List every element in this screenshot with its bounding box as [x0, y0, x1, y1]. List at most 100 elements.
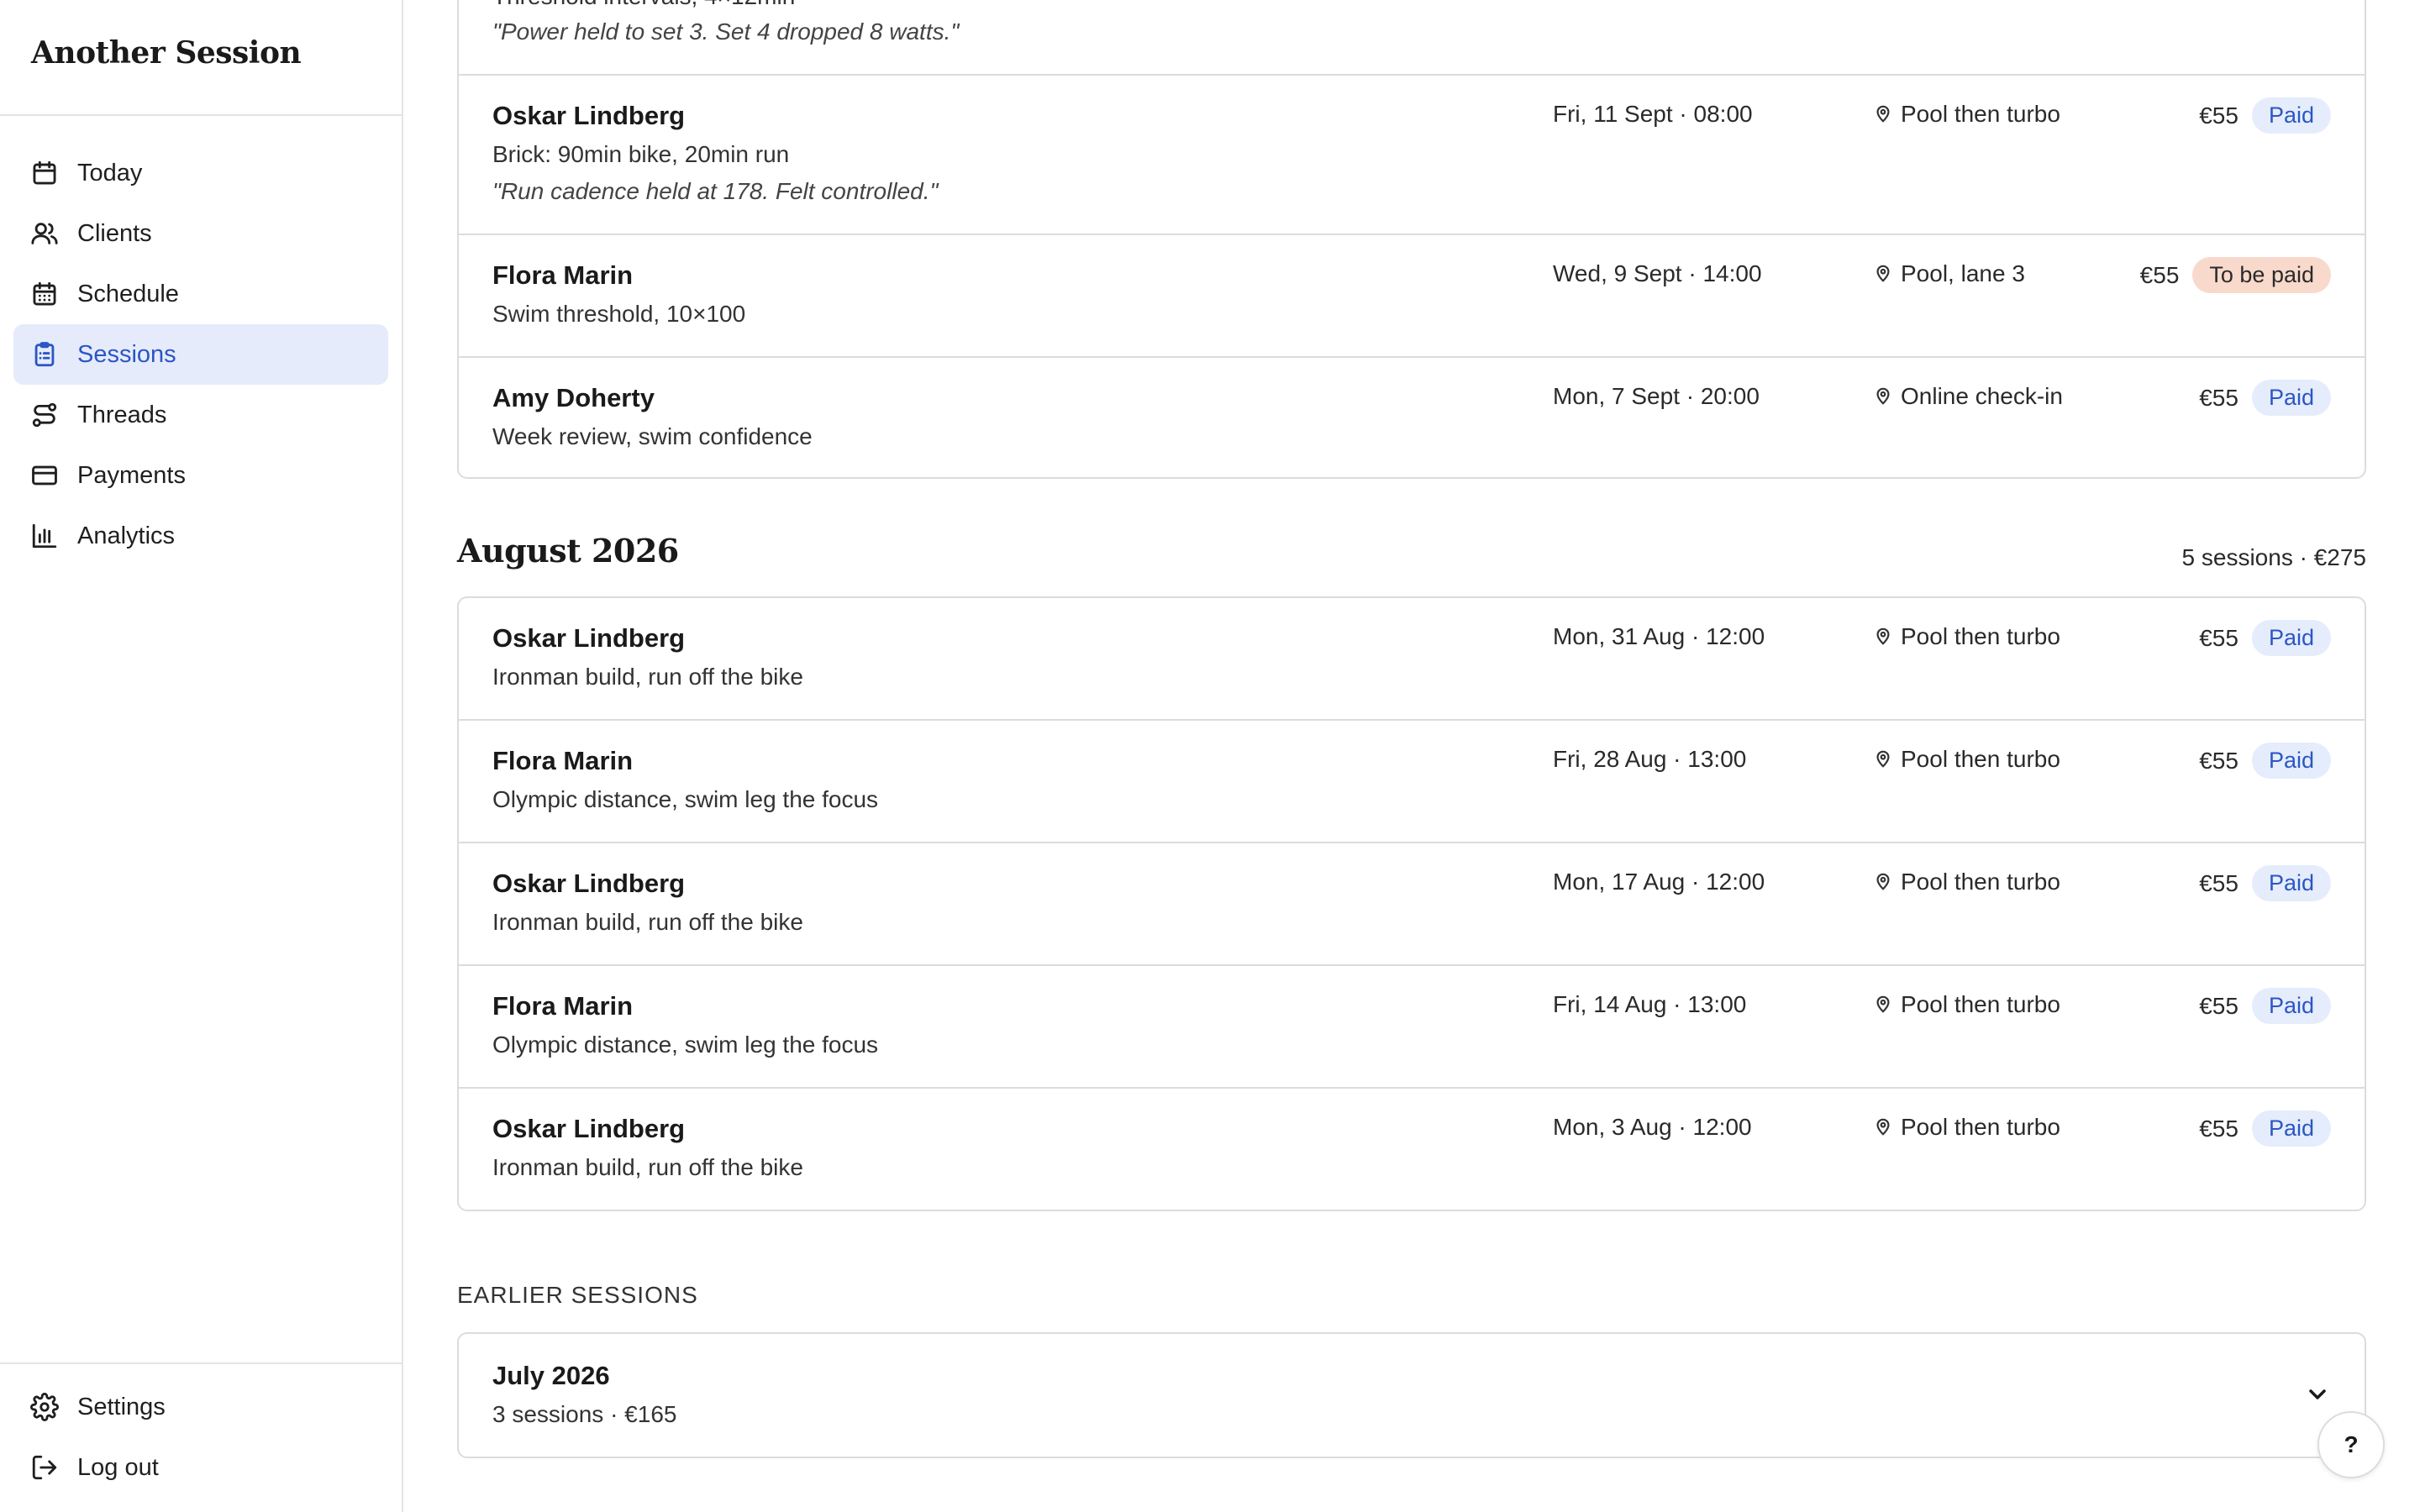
divider	[0, 1362, 402, 1364]
location-label: Online check-in	[1901, 383, 2063, 409]
payment-info: €55 Paid	[2199, 380, 2331, 416]
client-name: Oskar Lindberg	[492, 623, 686, 653]
session-location: Pool then turbo	[1874, 1114, 2060, 1141]
session-row[interactable]: Threshold intervals, 4×12min "Power held…	[459, 0, 2365, 76]
session-note: "Run cadence held at 178. Felt controlle…	[492, 178, 939, 204]
sidebar-item-settings[interactable]: Settings	[13, 1377, 388, 1437]
credit-card-icon	[30, 461, 59, 490]
session-row[interactable]: Flora Marin Olympic distance, swim leg t…	[459, 966, 2365, 1089]
location-pin-icon	[1876, 873, 1890, 890]
main-nav: Today Clients Schedule Sessions Threads	[13, 143, 388, 566]
session-location: Pool then turbo	[1874, 991, 2060, 1018]
status-badge[interactable]: Paid	[2251, 620, 2331, 656]
payment-info: €55 Paid	[2199, 865, 2331, 901]
status-badge[interactable]: Paid	[2251, 1110, 2331, 1147]
sidebar-item-analytics[interactable]: Analytics	[13, 506, 388, 566]
session-description: Olympic distance, swim leg the focus	[492, 1032, 879, 1058]
month-heading: August 2026	[457, 532, 679, 570]
client-name: Oskar Lindberg	[492, 1114, 686, 1143]
client-name: Oskar Lindberg	[492, 869, 686, 898]
status-badge[interactable]: To be paid	[2192, 257, 2331, 293]
session-date: Fri, 14 Aug · 13:00	[1553, 991, 1747, 1017]
status-badge[interactable]: Paid	[2251, 97, 2331, 134]
session-row[interactable]: Flora Marin Olympic distance, swim leg t…	[459, 721, 2365, 843]
client-name: Amy Doherty	[492, 383, 655, 412]
sessions-card-august: Oskar Lindberg Ironman build, run off th…	[457, 596, 2366, 1211]
payment-info: €55 Paid	[2199, 743, 2331, 779]
status-badge[interactable]: Paid	[2251, 743, 2331, 779]
calendar-grid-icon	[30, 280, 59, 308]
location-label: Pool then turbo	[1901, 101, 2060, 127]
session-date: Mon, 3 Aug · 12:00	[1553, 1114, 1752, 1140]
session-row[interactable]: Flora Marin Swim threshold, 10×100 Wed, …	[459, 235, 2365, 358]
payment-info: €55 Paid	[2199, 1110, 2331, 1147]
location-label: Pool then turbo	[1901, 623, 2060, 649]
session-date: Mon, 7 Sept · 20:00	[1553, 383, 1760, 409]
sidebar-item-label: Log out	[77, 1453, 159, 1481]
session-date: Fri, 11 Sept · 08:00	[1553, 101, 1753, 127]
sidebar: Another Session Today Clients Schedule S…	[0, 0, 403, 1512]
sidebar-item-sessions[interactable]: Sessions	[13, 324, 388, 385]
sidebar-item-today[interactable]: Today	[13, 143, 388, 203]
session-location: Pool then turbo	[1874, 623, 2060, 650]
route-icon	[30, 401, 59, 429]
collapsed-month-summary: 3 sessions · €165	[492, 1401, 677, 1427]
location-label: Pool, lane 3	[1901, 260, 2025, 286]
status-badge[interactable]: Paid	[2251, 865, 2331, 901]
session-price: €55	[2199, 869, 2238, 896]
client-name: Flora Marin	[492, 260, 634, 290]
sidebar-item-logout[interactable]: Log out	[13, 1437, 388, 1498]
session-row[interactable]: Oskar Lindberg Ironman build, run off th…	[459, 1089, 2365, 1210]
session-description: Threshold intervals, 4×12min	[492, 0, 795, 10]
location-pin-icon	[1876, 750, 1890, 768]
sidebar-item-label: Sessions	[77, 340, 176, 368]
status-badge[interactable]: Paid	[2251, 988, 2331, 1024]
session-description: Ironman build, run off the bike	[492, 909, 803, 935]
client-name: Flora Marin	[492, 746, 634, 775]
session-price: €55	[2139, 261, 2180, 288]
session-location: Pool, lane 3	[1874, 260, 2025, 287]
sidebar-item-payments[interactable]: Payments	[13, 445, 388, 506]
sidebar-item-label: Clients	[77, 219, 152, 247]
location-pin-icon	[1876, 105, 1890, 123]
status-badge[interactable]: Paid	[2251, 380, 2331, 416]
location-label: Pool then turbo	[1901, 869, 2060, 895]
sidebar-item-label: Payments	[77, 461, 186, 489]
session-description: Ironman build, run off the bike	[492, 664, 803, 690]
session-row[interactable]: Oskar Lindberg Ironman build, run off th…	[459, 843, 2365, 966]
session-price: €55	[2199, 384, 2238, 411]
location-pin-icon	[1876, 995, 1890, 1013]
earlier-sessions-label: EARLIER SESSIONS	[457, 1282, 698, 1308]
sidebar-item-schedule[interactable]: Schedule	[13, 264, 388, 324]
session-price: €55	[2199, 1115, 2238, 1142]
session-description: Olympic distance, swim leg the focus	[492, 786, 879, 812]
chevron-down-icon[interactable]	[2304, 1381, 2331, 1408]
location-pin-icon	[1876, 265, 1890, 282]
location-pin-icon	[1876, 387, 1890, 405]
sessions-card-september: Threshold intervals, 4×12min "Power held…	[457, 0, 2366, 479]
location-pin-icon	[1876, 627, 1890, 645]
location-label: Pool then turbo	[1901, 991, 2060, 1017]
help-button[interactable]: ?	[2317, 1411, 2385, 1478]
calendar-icon	[30, 159, 59, 187]
session-price: €55	[2199, 102, 2238, 129]
session-date: Mon, 17 Aug · 12:00	[1553, 869, 1765, 895]
sidebar-item-clients[interactable]: Clients	[13, 203, 388, 264]
session-date: Fri, 28 Aug · 13:00	[1553, 746, 1747, 772]
brand-logo[interactable]: Another Session	[31, 35, 302, 71]
session-row[interactable]: Oskar Lindberg Ironman build, run off th…	[459, 598, 2365, 721]
session-row[interactable]: Amy Doherty Week review, swim confidence…	[459, 358, 2365, 477]
payment-info: €55 Paid	[2199, 988, 2331, 1024]
session-description: Swim threshold, 10×100	[492, 301, 746, 327]
session-date: Wed, 9 Sept · 14:00	[1553, 260, 1762, 286]
session-description: Ironman build, run off the bike	[492, 1154, 803, 1180]
session-location: Pool then turbo	[1874, 869, 2060, 895]
sidebar-item-label: Today	[77, 159, 143, 186]
collapsed-month-july[interactable]: July 2026 3 sessions · €165	[457, 1332, 2366, 1458]
sidebar-item-threads[interactable]: Threads	[13, 385, 388, 445]
session-row[interactable]: Oskar Lindberg Brick: 90min bike, 20min …	[459, 76, 2365, 235]
divider	[0, 114, 402, 116]
session-location: Pool then turbo	[1874, 746, 2060, 773]
payment-info: €55 Paid	[2199, 97, 2331, 134]
session-location: Pool then turbo	[1874, 101, 2060, 128]
